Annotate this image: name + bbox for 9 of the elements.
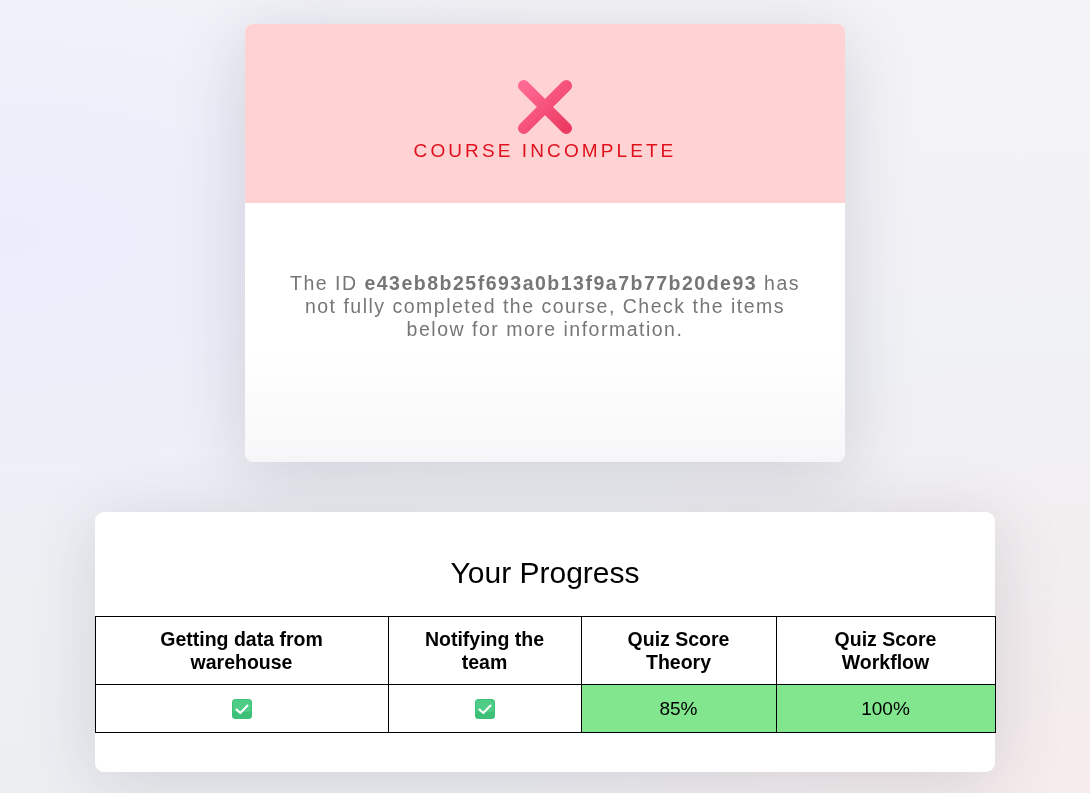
score-cell: 100% xyxy=(776,684,995,733)
column-header: Quiz Score Workflow xyxy=(776,616,995,685)
progress-title: Your Progress xyxy=(450,556,640,590)
column-header: Quiz Score Theory xyxy=(581,616,776,685)
score-cell: 85% xyxy=(581,684,776,733)
status-title: COURSE INCOMPLETE xyxy=(413,140,677,162)
column-header: Notifying the team xyxy=(388,616,581,685)
column-header: Getting data from warehouse xyxy=(95,616,388,685)
status-message: The ID e43eb8b25f693a0b13f9a7b77b20de93 has not fully completed the course, Check the items below for more information. xyxy=(288,272,801,341)
